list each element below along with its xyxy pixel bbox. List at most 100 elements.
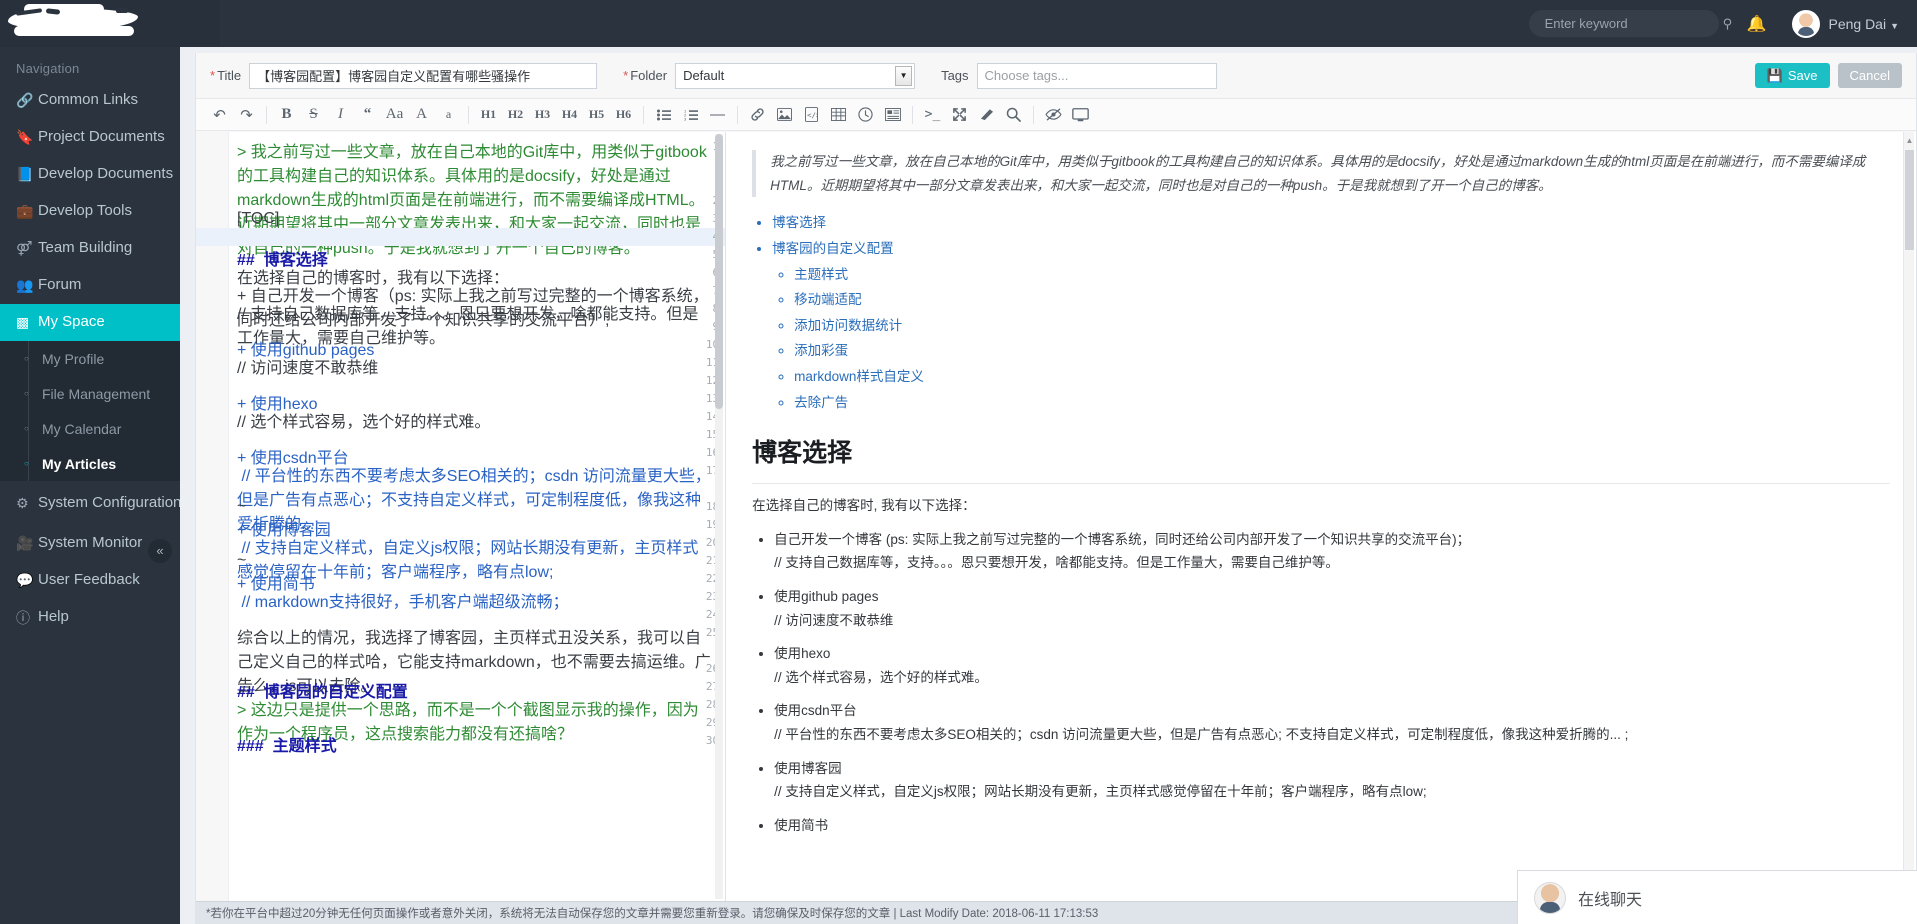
- scroll-up-icon[interactable]: ▲: [1905, 134, 1914, 146]
- toc-item[interactable]: 博客选择: [772, 211, 1890, 235]
- toolbar-divider: [266, 106, 267, 124]
- toc-link[interactable]: 主题样式: [794, 267, 848, 282]
- heading-h4-icon[interactable]: H4: [556, 102, 583, 128]
- user-menu[interactable]: Peng Dai▼: [1792, 10, 1899, 38]
- toc-link[interactable]: 博客选择: [772, 215, 826, 230]
- title-label-text: Title: [217, 68, 241, 83]
- sidebar-item-label: System Configuration: [38, 495, 192, 512]
- search-input[interactable]: [1543, 15, 1723, 32]
- save-button[interactable]: 💾Save: [1755, 63, 1830, 88]
- cancel-label: Cancel: [1850, 68, 1890, 83]
- preview-scrollbar[interactable]: ▲ ▼: [1903, 132, 1914, 901]
- bookmark-icon: 🔖: [16, 129, 38, 146]
- fullscreen-icon[interactable]: [946, 102, 973, 128]
- preview-scrollbar-thumb[interactable]: [1905, 150, 1914, 250]
- italic-icon[interactable]: I: [327, 102, 354, 128]
- heading-h3-icon[interactable]: H3: [529, 102, 556, 128]
- link-icon: 🔗: [16, 92, 38, 109]
- terminal-icon[interactable]: >_: [919, 102, 946, 128]
- bold-icon[interactable]: B: [273, 102, 300, 128]
- horizontal-rule-icon[interactable]: —: [704, 102, 731, 128]
- sidebar-item-label: My Space: [38, 314, 192, 331]
- heading-h2-icon[interactable]: H2: [502, 102, 529, 128]
- editor-line[interactable]: ~: [237, 498, 711, 516]
- list-item-line2: // 平台性的东西不要考虑太多SEO相关的；csdn 访问流量更大些，但是广告有…: [774, 727, 1628, 742]
- clear-icon[interactable]: [973, 102, 1000, 128]
- datetime-icon[interactable]: [852, 102, 879, 128]
- toolbar-divider: [1033, 106, 1034, 124]
- sidebar-item-label: Project Documents: [38, 129, 192, 146]
- code-block-icon[interactable]: </>: [798, 102, 825, 128]
- link-icon[interactable]: [744, 102, 771, 128]
- tags-input[interactable]: Choose tags...: [977, 63, 1217, 89]
- editor-line[interactable]: // markdown支持很好，手机客户端超级流畅；: [237, 588, 711, 612]
- toggle-preview-icon[interactable]: [1040, 102, 1067, 128]
- folder-label-text: Folder: [630, 68, 667, 83]
- toc-link[interactable]: markdown样式自定义: [794, 369, 924, 384]
- bell-icon[interactable]: 🔔: [1747, 14, 1767, 34]
- title-input[interactable]: [249, 63, 597, 89]
- preview-paragraph: 在选择自己的博客时, 我有以下选择：: [752, 494, 1890, 518]
- circle-bullet-icon: ○: [24, 424, 42, 433]
- editor-line[interactable]: ~: [237, 552, 711, 570]
- watch-mode-icon[interactable]: [1067, 102, 1094, 128]
- list-item: 使用github pages// 访问速度不敢恭维: [774, 585, 1890, 632]
- font-uppercase-icon[interactable]: A: [408, 102, 435, 128]
- logo[interactable]: [0, 0, 220, 47]
- sidebar-item-label: Forum: [38, 277, 192, 294]
- toc-link[interactable]: 添加彩蛋: [794, 343, 848, 358]
- chevron-down-icon[interactable]: ▼: [895, 66, 912, 86]
- heading-h6-icon[interactable]: H6: [610, 102, 637, 128]
- toc-item[interactable]: markdown样式自定义: [794, 365, 1890, 389]
- toc-item[interactable]: 添加访问数据统计: [794, 314, 1890, 338]
- editor-line-text: ~: [237, 498, 246, 515]
- page-break-icon[interactable]: [879, 102, 906, 128]
- heading-h1-icon[interactable]: H1: [475, 102, 502, 128]
- image-icon[interactable]: [771, 102, 798, 128]
- cancel-button[interactable]: Cancel: [1838, 63, 1902, 88]
- sidebar-item-label: User Feedback: [38, 572, 192, 589]
- redo-icon[interactable]: ↷: [233, 102, 260, 128]
- search-box[interactable]: ⚲: [1529, 10, 1719, 37]
- list-item-line1: 使用简书: [774, 818, 828, 833]
- folder-select[interactable]: Default ▼: [675, 63, 915, 89]
- editor-line-text: // 访问速度不敢恭维: [237, 360, 378, 377]
- ordered-list-icon[interactable]: 123: [677, 102, 704, 128]
- toc-link[interactable]: 去除广告: [794, 395, 848, 410]
- toc-item[interactable]: 博客园的自定义配置 主题样式 移动端适配 添加访问数据统计 添加彩蛋 markd…: [772, 237, 1890, 414]
- search-icon[interactable]: [1000, 102, 1027, 128]
- heading-h5-icon[interactable]: H5: [583, 102, 610, 128]
- font-size-icon[interactable]: Aa: [381, 102, 408, 128]
- toc-item[interactable]: 去除广告: [794, 391, 1890, 415]
- quote-icon[interactable]: “: [354, 102, 381, 128]
- toc-item[interactable]: 添加彩蛋: [794, 339, 1890, 363]
- toc-link[interactable]: 博客园的自定义配置: [772, 241, 894, 256]
- editor-scrollbar[interactable]: [715, 134, 723, 899]
- list-item: 使用hexo// 选个样式容易，选个好的样式难。: [774, 642, 1890, 689]
- editor-scrollbar-thumb[interactable]: [715, 134, 723, 409]
- editor-line[interactable]: // 访问速度不敢恭维: [237, 354, 711, 378]
- toc-link[interactable]: 移动端适配: [794, 292, 862, 307]
- search-icon[interactable]: ⚲: [1723, 16, 1733, 32]
- strikethrough-icon[interactable]: S: [300, 102, 327, 128]
- avatar: [1792, 10, 1820, 38]
- toc-item[interactable]: 移动端适配: [794, 288, 1890, 312]
- toc-item[interactable]: 主题样式: [794, 263, 1890, 287]
- toc-link[interactable]: 添加访问数据统计: [794, 318, 902, 333]
- editor-line[interactable]: // 选个样式容易，选个好的样式难。: [237, 408, 711, 432]
- font-lowercase-icon[interactable]: a: [435, 102, 462, 128]
- unordered-list-icon[interactable]: [650, 102, 677, 128]
- required-mark: *: [623, 68, 628, 83]
- list-item: 自己开发一个博客 (ps: 实际上我之前写过完整的一个博客系统，同时还给公司内部…: [774, 528, 1890, 575]
- toolbar-divider: [737, 106, 738, 124]
- username-text: Peng Dai: [1828, 16, 1886, 32]
- online-chat-widget[interactable]: 在线聊天: [1517, 870, 1917, 924]
- table-icon[interactable]: [825, 102, 852, 128]
- editor-line[interactable]: [TOC]: [237, 210, 711, 228]
- editor-preview-split: 1> 我之前写过一些文章，放在自己本地的Git库中，用类似于gitbook的工具…: [196, 132, 1916, 901]
- markdown-editor[interactable]: 1> 我之前写过一些文章，放在自己本地的Git库中，用类似于gitbook的工具…: [196, 132, 726, 901]
- editor-line[interactable]: ### 主题样式: [237, 732, 711, 756]
- toolbar-divider: [643, 106, 644, 124]
- sidebar-collapse-button[interactable]: «: [148, 539, 172, 563]
- undo-icon[interactable]: ↶: [206, 102, 233, 128]
